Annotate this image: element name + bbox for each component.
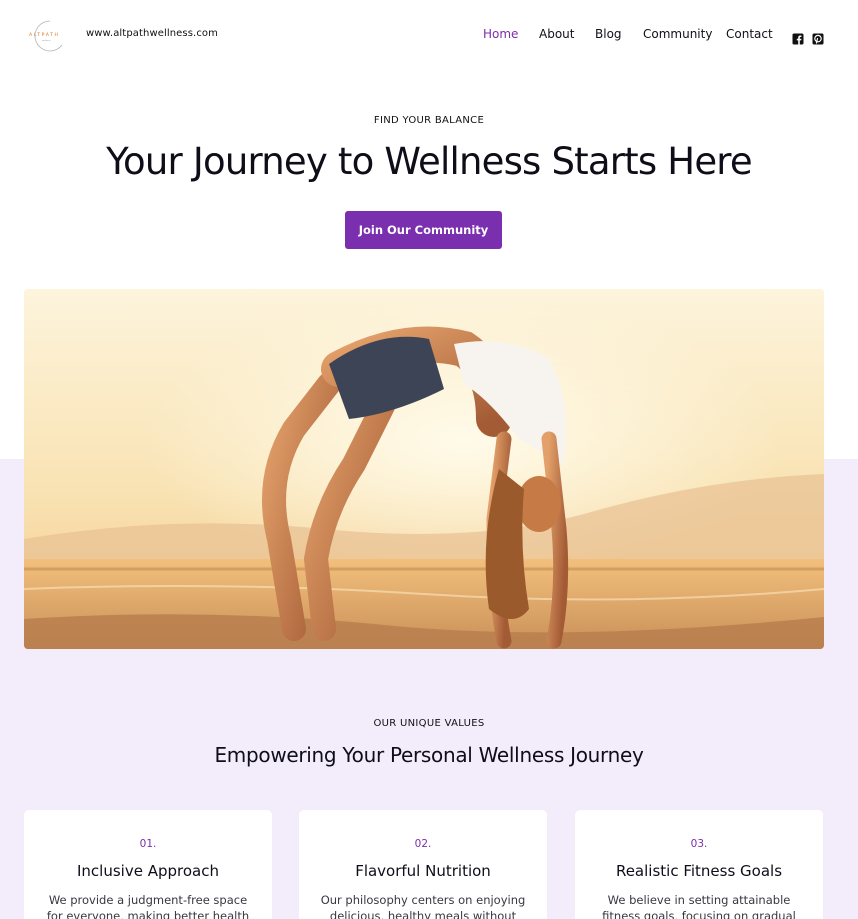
join-community-button[interactable]: Join Our Community xyxy=(345,211,502,249)
values-title: Empowering Your Personal Wellness Journe… xyxy=(214,743,644,767)
hero-eyebrow: FIND YOUR BALANCE xyxy=(373,115,485,126)
nav-about[interactable]: About xyxy=(539,27,574,41)
hero-image xyxy=(24,289,824,649)
nav-contact[interactable]: Contact xyxy=(726,27,773,41)
nav-community[interactable]: Community xyxy=(643,27,712,41)
value-card: 02. Flavorful Nutrition Our philosophy c… xyxy=(299,810,547,919)
values-eyebrow: OUR UNIQUE VALUES xyxy=(373,718,485,729)
nav-home[interactable]: Home xyxy=(483,27,518,41)
card-description: We provide a judgment-free space for eve… xyxy=(46,893,250,919)
value-card: 03. Realistic Fitness Goals We believe i… xyxy=(575,810,823,919)
card-title: Realistic Fitness Goals xyxy=(615,862,783,880)
site-header: ALTPATH wellness www.altpathwellness.com… xyxy=(0,0,858,70)
card-title: Inclusive Approach xyxy=(77,862,219,880)
nav-blog[interactable]: Blog xyxy=(595,27,622,41)
hero-title: Your Journey to Wellness Starts Here xyxy=(106,140,753,183)
main-nav: Home About Blog Community Contact xyxy=(0,27,858,45)
facebook-icon[interactable] xyxy=(792,30,804,45)
card-number: 03. xyxy=(690,838,708,850)
value-card: 01. Inclusive Approach We provide a judg… xyxy=(24,810,272,919)
card-description: We believe in setting attainable fitness… xyxy=(602,893,796,919)
card-number: 01. xyxy=(139,838,157,850)
card-description: Our philosophy centers on enjoying delic… xyxy=(320,893,526,919)
card-title: Flavorful Nutrition xyxy=(355,862,491,880)
card-number: 02. xyxy=(414,838,432,850)
pinterest-icon[interactable] xyxy=(812,30,824,45)
